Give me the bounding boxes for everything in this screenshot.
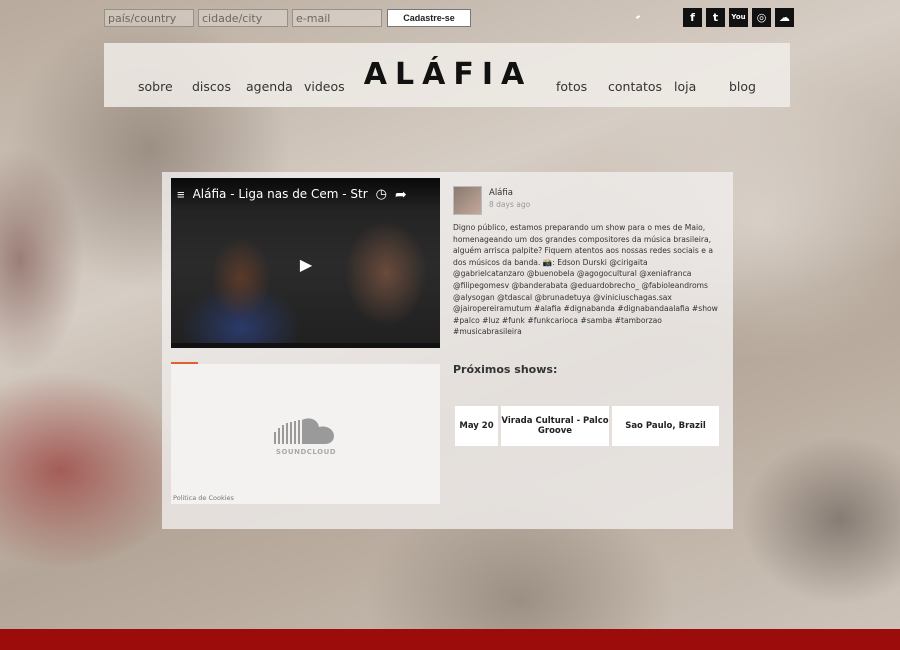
twitter-icon[interactable]: t [706,8,725,27]
video-progress-bar[interactable] [171,343,440,348]
footer-mark [635,15,641,19]
post-body: Digno público, estamos preparando um sho… [453,223,718,337]
soundcloud-brand: SOUNDCLOUD [275,448,337,456]
city-input[interactable] [198,9,288,27]
video-title[interactable]: Aláfia - Liga nas de Cem - Str... [193,187,368,201]
share-icon[interactable]: ➦ [395,186,407,203]
facebook-icon[interactable]: f [683,8,702,27]
main-nav: sobre discos agenda videos ALÁFIA fotos … [104,43,790,107]
nav-item-discos[interactable]: discos [192,79,231,94]
play-icon[interactable]: ▶ [295,254,317,276]
soundcloud-icon[interactable]: ☁ [775,8,794,27]
show-date: May 20 [455,406,498,446]
post-timestamp: 8 days ago [489,200,531,209]
avatar[interactable] [453,186,482,215]
video-header: ≡ Aláfia - Liga nas de Cem - Str... ◷ ➦ [171,178,440,210]
facebook-post-text: Digno público, estamos preparando um sho… [453,222,721,340]
country-input[interactable] [104,9,194,27]
social-links: f t You ◎ ☁ [683,8,794,27]
cookie-policy-link[interactable]: Politica de Cookies [173,494,234,502]
footer-bar [0,629,900,650]
show-event[interactable]: Virada Cultural - Palco Groove [501,406,609,446]
watch-later-icon[interactable]: ◷ [376,186,387,202]
youtube-icon[interactable]: You [729,8,748,27]
nav-item-blog[interactable]: blog [729,79,756,94]
post-author[interactable]: Aláfia [489,188,513,198]
nav-item-sobre[interactable]: sobre [138,79,173,94]
nav-item-fotos[interactable]: fotos [556,79,587,94]
email-input[interactable] [292,9,382,27]
content-panel: ≡ Aláfia - Liga nas de Cem - Str... ◷ ➦ … [162,172,733,529]
youtube-video-embed[interactable]: ≡ Aláfia - Liga nas de Cem - Str... ◷ ➦ … [171,178,440,348]
soundcloud-embed[interactable]: SOUNDCLOUD Politica de Cookies [171,364,440,504]
show-row: May 20 Virada Cultural - Palco Groove Sa… [455,406,719,446]
site-logo[interactable]: ALÁFIA [363,57,533,92]
nav-item-contatos[interactable]: contatos [608,79,662,94]
playlist-icon[interactable]: ≡ [177,187,185,202]
shows-heading: Próximos shows: [453,363,558,376]
soundcloud-logo-icon [274,418,334,444]
signup-button[interactable]: Cadastre-se [387,9,471,27]
instagram-icon[interactable]: ◎ [752,8,771,27]
nav-item-videos[interactable]: videos [304,79,345,94]
nav-item-agenda[interactable]: agenda [246,79,293,94]
show-location: Sao Paulo, Brazil [612,406,719,446]
newsletter-signup: Cadastre-se [104,9,471,27]
nav-item-loja[interactable]: loja [674,79,696,94]
